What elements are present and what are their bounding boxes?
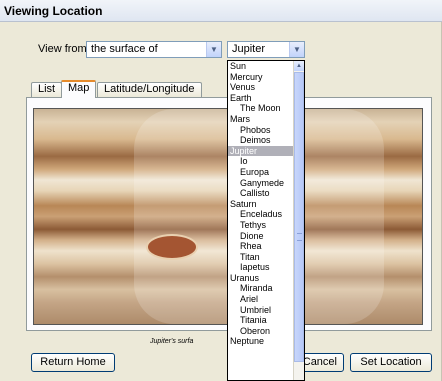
grip-icon <box>297 233 302 241</box>
great-red-spot <box>146 234 198 260</box>
window-title: Viewing Location <box>4 4 103 18</box>
view-mode-select[interactable]: the surface of ▼ <box>86 41 222 58</box>
body-select[interactable]: Jupiter ▼ <box>227 41 305 58</box>
map-caption: Jupiter's surfa <box>150 338 194 345</box>
body-dropdown-list[interactable]: Sun Mercury Venus Earth The Moon Mars Phobos De… <box>227 60 305 381</box>
set-location-button[interactable]: Set Location <box>350 353 432 372</box>
scroll-thumb[interactable] <box>294 72 304 362</box>
viewing-location-dialog: Viewing Location View from: the surface … <box>0 0 442 381</box>
tab-map[interactable]: Map <box>61 80 97 98</box>
body-select-value: Jupiter <box>232 43 266 55</box>
tab-latitude-longitude[interactable]: Latitude/Longitude <box>97 82 202 97</box>
scroll-up-icon[interactable]: ▲ <box>294 61 304 71</box>
title-bar: Viewing Location <box>0 0 442 22</box>
return-home-button[interactable]: Return Home <box>31 353 115 372</box>
view-from-label: View from: <box>38 43 90 55</box>
tab-list[interactable]: List <box>31 82 63 97</box>
chevron-down-icon: ▼ <box>289 42 304 57</box>
chevron-down-icon: ▼ <box>206 42 221 57</box>
dropdown-scrollbar[interactable]: ▲ <box>293 61 304 380</box>
view-mode-value: the surface of <box>91 43 158 55</box>
